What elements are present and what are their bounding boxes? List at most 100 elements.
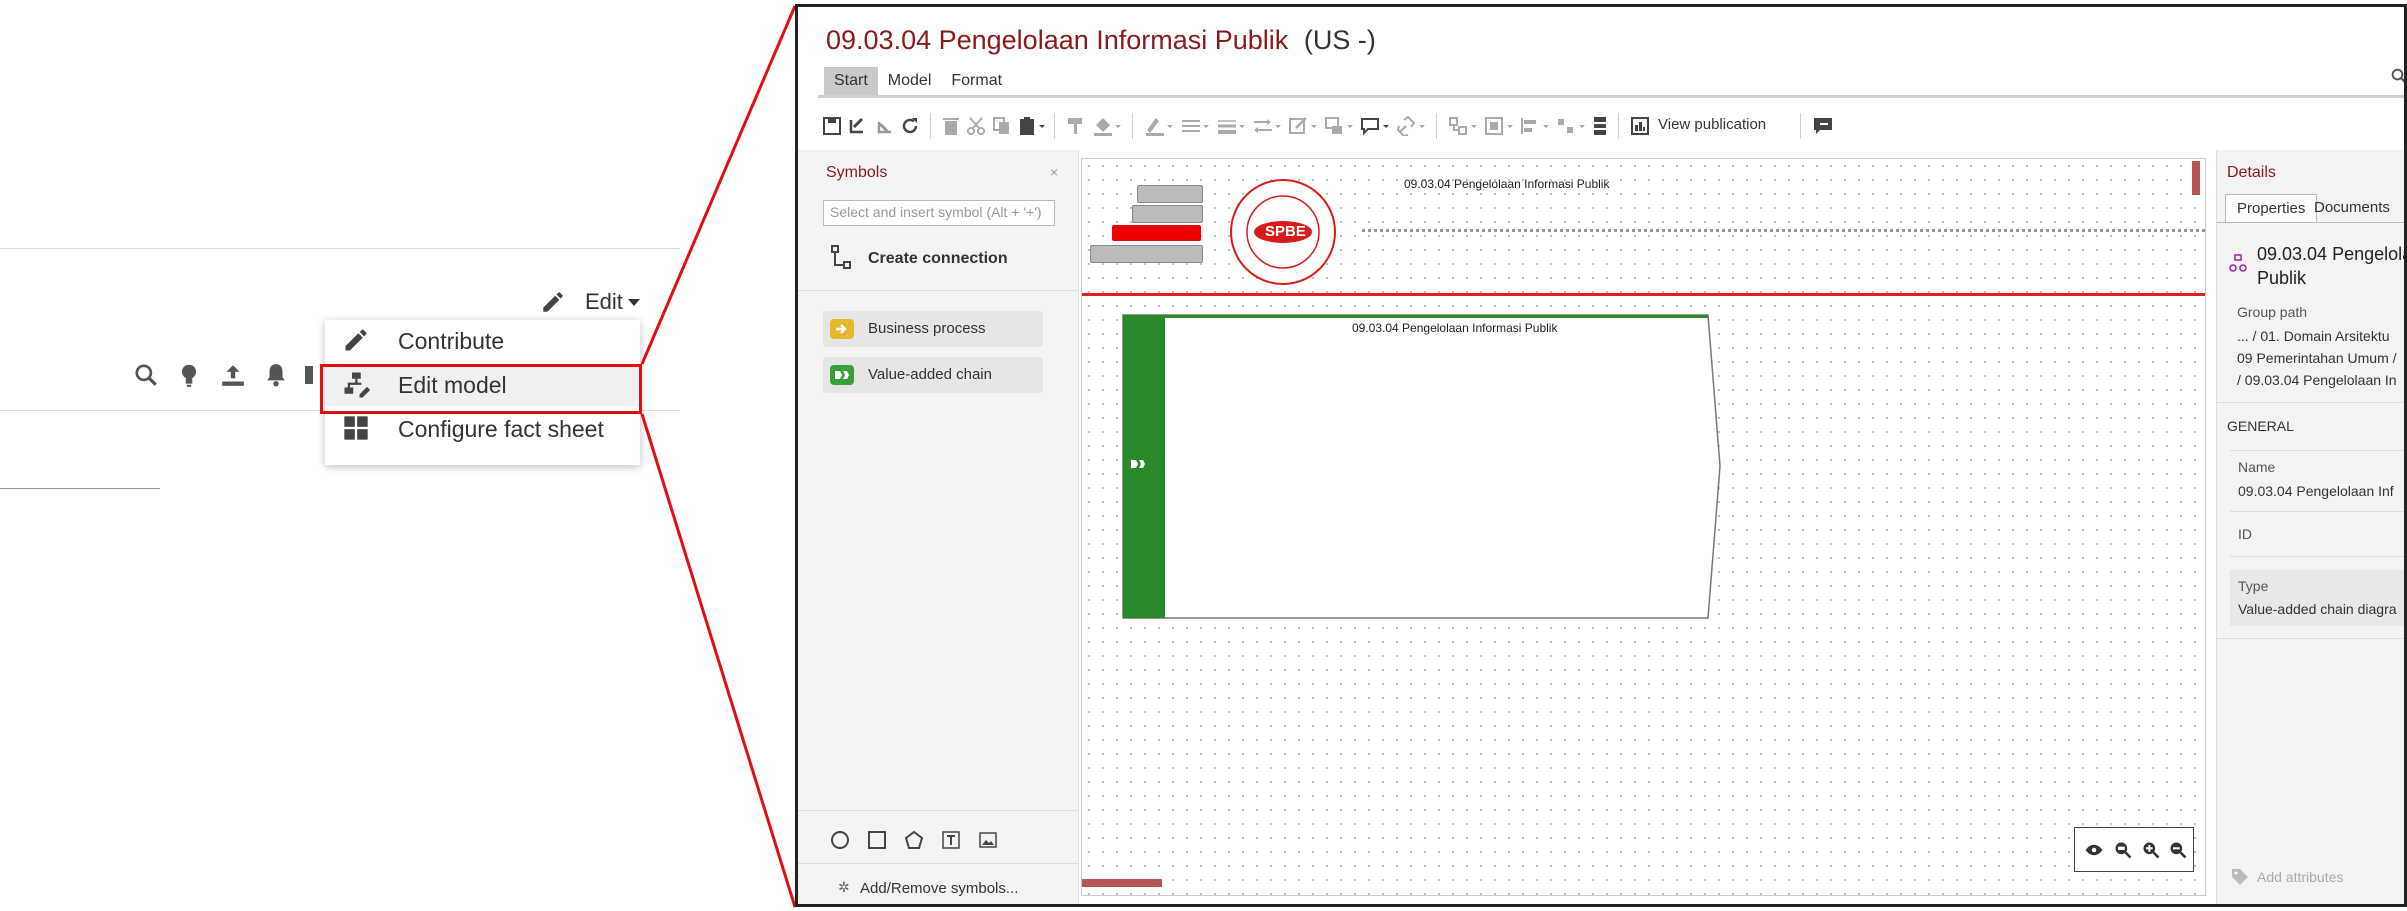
paste-icon[interactable]: [1018, 116, 1046, 136]
model-title: 09.03.04 Pengelolaan Informasi Publik: [826, 25, 1289, 55]
rectangle-shape-icon[interactable]: [867, 830, 887, 850]
edit-style-icon[interactable]: [1288, 116, 1318, 136]
logo-bar-red: [1112, 225, 1201, 241]
format-painter-icon[interactable]: [1066, 116, 1086, 136]
eye-icon[interactable]: [2085, 841, 2103, 859]
id-field[interactable]: ID: [2230, 512, 2404, 557]
details-panel: Details Properties Documents 09.03.04 Pe…: [2216, 150, 2407, 904]
name-value: 09.03.04 Pengelolaan Inf: [2238, 483, 2394, 499]
object-name-line-1: 09.03.04 Pengelola: [2257, 244, 2407, 264]
tag-icon: [2231, 868, 2249, 886]
tab-start[interactable]: Start: [824, 67, 878, 95]
group-path-label: Group path: [2237, 304, 2308, 320]
type-field: Type Value-added chain diagra: [2230, 570, 2404, 626]
line-weight-icon[interactable]: [1216, 116, 1246, 136]
group-icon[interactable]: [1484, 116, 1514, 136]
save-icon[interactable]: [822, 116, 842, 136]
arrow-style-icon[interactable]: [1252, 116, 1282, 136]
view-publication-icon[interactable]: [1630, 116, 1650, 136]
details-panel-title: Details: [2227, 164, 2276, 181]
redo-icon[interactable]: [874, 116, 894, 136]
logo-bar: [1132, 205, 1203, 223]
close-icon[interactable]: ×: [1050, 164, 1058, 180]
model-type-icon: [2229, 254, 2247, 272]
editor-window: 09.03.04 Pengelolaan Informasi Publik (U…: [795, 4, 2407, 907]
name-field[interactable]: Name 09.03.04 Pengelolaan Inf: [2230, 450, 2404, 512]
value-added-chain-label: 09.03.04 Pengelolaan Informasi Publik: [1352, 321, 1558, 335]
toolbar-separator: [1054, 113, 1055, 139]
tab-model[interactable]: Model: [878, 67, 942, 95]
symbol-label: Business process: [868, 320, 986, 337]
toolbar-separator: [1132, 113, 1133, 139]
header-dotted-line: [1362, 229, 2205, 232]
comment-icon[interactable]: [1360, 116, 1390, 136]
connect-icon[interactable]: [1448, 116, 1478, 136]
header-separator: [1082, 293, 2205, 296]
line-style-icon[interactable]: [1180, 116, 1210, 136]
link-icon[interactable]: [1396, 116, 1426, 136]
horizontal-scroll-marker: [1082, 879, 1162, 887]
page-title: 09.03.04 Pengelolaan Informasi Publik (U…: [826, 25, 1376, 56]
ribbon-toolbar: View publication: [818, 107, 2404, 145]
delete-icon[interactable]: [942, 116, 960, 136]
create-connection-button[interactable]: Create connection: [868, 250, 1008, 268]
shape-tools: [830, 828, 1050, 852]
toolbar-separator: [1800, 113, 1801, 139]
image-icon[interactable]: [978, 830, 998, 850]
toolbar-separator: [1436, 113, 1437, 139]
undo-icon[interactable]: [848, 116, 868, 136]
view-publication-button[interactable]: View publication: [1658, 116, 1766, 133]
line-color-icon[interactable]: [1144, 116, 1174, 136]
fill-color-icon[interactable]: [1092, 116, 1122, 136]
text-box-icon[interactable]: [941, 830, 961, 850]
symbols-panel: Symbols × Select and insert symbol (Alt …: [798, 150, 1079, 904]
section-divider: [2217, 402, 2404, 403]
symbol-label: Value-added chain: [868, 366, 992, 383]
toolbar-separator: [930, 113, 931, 139]
value-added-chain-icon: [830, 365, 854, 385]
name-label: Name: [2238, 459, 2276, 475]
symbol-search-input[interactable]: Select and insert symbol (Alt + '+'): [823, 200, 1055, 226]
tab-documents[interactable]: Documents: [2303, 194, 2401, 222]
scroll-marker: [2192, 161, 2200, 195]
add-remove-symbols-button[interactable]: Add/Remove symbols...: [860, 880, 1018, 897]
section-divider: [2217, 638, 2404, 639]
copy-icon[interactable]: [992, 116, 1012, 136]
group-path-line: ... / 01. Domain Arsitektu: [2237, 328, 2390, 344]
connection-icon: [830, 244, 854, 270]
value-added-chain-shape[interactable]: [1122, 314, 1722, 619]
language-selector[interactable]: (US -): [1304, 25, 1376, 55]
zoom-fit-icon[interactable]: [2113, 840, 2133, 860]
object-name-line-2: Publik: [2257, 268, 2307, 288]
distribute-icon[interactable]: [1556, 116, 1586, 136]
zoom-in-icon[interactable]: [2141, 840, 2161, 860]
group-path-line: / 09.03.04 Pengelolaan In: [2237, 372, 2397, 388]
logo-bar: [1090, 245, 1203, 263]
symbol-business-process[interactable]: Business process: [823, 311, 1043, 347]
cut-icon[interactable]: [966, 116, 986, 136]
add-attributes-button[interactable]: Add attributes: [2257, 869, 2343, 885]
type-value: Value-added chain diagra: [2238, 601, 2397, 617]
circle-shape-icon[interactable]: [830, 830, 850, 850]
model-canvas[interactable]: SPBE 09.03.04 Pengelolaan Informasi Publ…: [1081, 158, 2206, 896]
group-path-line: 09 Pemerintahan Umum /: [2237, 350, 2397, 366]
id-label: ID: [2238, 526, 2252, 542]
ribbon-tabs: Start Model Format: [824, 67, 1012, 95]
pentagon-shape-icon[interactable]: [904, 830, 924, 850]
spbe-logo: SPBE: [1228, 177, 1338, 287]
general-section-label: GENERAL: [2227, 418, 2294, 434]
refresh-icon[interactable]: [900, 116, 920, 136]
shape-style-icon[interactable]: [1324, 116, 1354, 136]
feedback-icon[interactable]: [1812, 116, 1834, 136]
symbol-value-added-chain[interactable]: Value-added chain: [823, 357, 1043, 393]
zoom-controls: [2074, 827, 2194, 872]
panel-divider: [798, 810, 1078, 811]
align-icon[interactable]: [1520, 116, 1550, 136]
tab-format[interactable]: Format: [941, 67, 1012, 95]
business-process-icon: [830, 319, 854, 339]
zoom-out-icon[interactable]: [2168, 840, 2188, 860]
diagram-header-title: 09.03.04 Pengelolaan Informasi Publik: [1404, 177, 1610, 191]
search-icon[interactable]: [2390, 67, 2404, 85]
gear-icon: ✲: [838, 879, 850, 895]
layout-icon[interactable]: [1592, 116, 1608, 136]
